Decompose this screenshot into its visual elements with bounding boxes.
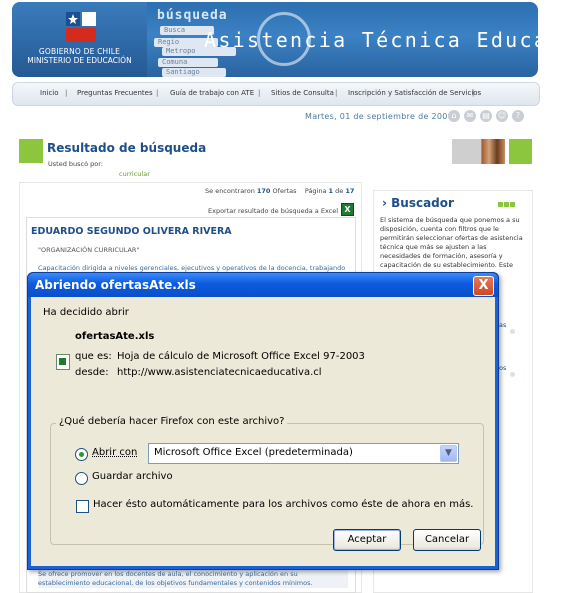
nav-separator: |: [472, 89, 475, 97]
nav-separator: |: [335, 89, 338, 97]
nav-item-faq[interactable]: Preguntas Frecuentes: [77, 89, 153, 97]
nav-item-inicio[interactable]: Inicio: [40, 89, 59, 97]
current-date: Martes, 01 de septiembre de 2009: [305, 112, 454, 121]
auto-action-checkbox[interactable]: [76, 500, 89, 513]
dialog-intro: Ha decidido abrir: [43, 307, 129, 318]
sidebar-title: › Buscador: [382, 196, 454, 210]
gov-line1: GOBIERNO DE CHILE: [38, 47, 121, 56]
page-title: Resultado de búsqueda: [47, 141, 207, 155]
download-dialog: Abriendo ofertasAte.xls X Ha decidido ab…: [27, 272, 499, 570]
action-question: ¿Qué debería hacer Firefox con este arch…: [56, 416, 288, 427]
government-logo-block[interactable]: GOBIERNO DE CHILE MINISTERIO DE EDUCACIÓ…: [12, 2, 147, 77]
nav-item-registration[interactable]: Inscripción y Satisfacción de Servicios: [348, 89, 481, 97]
open-with-radio[interactable]: [75, 448, 88, 461]
result-provider-name[interactable]: EDUARDO SEGUNDO OLIVERA RIVERA: [31, 226, 232, 237]
nav-item-guide[interactable]: Guía de trabajo con ATE: [170, 89, 254, 97]
count-value: 170: [256, 187, 271, 195]
header-graphic-field: Comuna: [158, 58, 218, 67]
open-with-select[interactable]: Microsoft Office Excel (predeterminada) …: [148, 443, 459, 464]
export-excel-link[interactable]: Exportar resultado de búsqueda a Excel: [208, 207, 338, 215]
result-offer-description: Se ofrece promover en los docentes de au…: [38, 570, 348, 588]
gov-line2: MINISTERIO DE EDUCACIÓN: [27, 56, 132, 65]
site-title: Asistencia Técnica Educativa: [204, 28, 538, 52]
print-icon[interactable]: ▤: [480, 110, 492, 122]
save-file-radio[interactable]: [75, 472, 88, 485]
count-suffix: Ofertas: [272, 187, 297, 195]
help-icon[interactable]: ?: [512, 110, 524, 122]
sidebar-title-text: Buscador: [391, 196, 454, 210]
sidebar-description: El sistema de búsqueda que ponemos a su …: [380, 216, 523, 269]
sidebar-link-fragment[interactable]: os: [499, 364, 506, 372]
sidebar-link-fragment[interactable]: as: [499, 321, 506, 329]
open-with-label[interactable]: Abrir con: [92, 447, 137, 458]
file-source-label: desde:: [75, 367, 109, 378]
file-type-value: Hoja de cálculo de Microsoft Office Exce…: [117, 351, 365, 362]
save-file-label[interactable]: Guardar archivo: [92, 471, 173, 482]
main-nav: Inicio | Preguntas Frecuentes | Guía de …: [12, 82, 540, 106]
page-of: de: [335, 187, 344, 195]
home-icon[interactable]: ⌂: [448, 110, 460, 122]
header-banner: GOBIERNO DE CHILE MINISTERIO DE EDUCACIÓ…: [12, 2, 538, 77]
result-offer-title: "ORGANIZACIÓN CURRICULAR": [38, 246, 140, 254]
nav-separator: |: [258, 89, 261, 97]
file-source-value: http://www.asistenciatecnicaeducativa.cl: [117, 367, 322, 378]
nav-item-sites[interactable]: Sitios de Consulta: [271, 89, 334, 97]
results-count: Se encontraron 170 Ofertas Página 1 de 1…: [205, 187, 354, 195]
accessibility-icon[interactable]: ☺: [496, 110, 508, 122]
cancel-button[interactable]: Cancelar: [413, 529, 481, 551]
excel-icon[interactable]: X: [341, 203, 354, 216]
file-name: ofertasAte.xls: [75, 331, 155, 342]
header-photo: [452, 139, 505, 164]
close-icon[interactable]: X: [473, 276, 494, 296]
open-with-value: Microsoft Office Excel (predeterminada): [154, 447, 353, 458]
search-query-value: curricular: [119, 170, 150, 178]
header-search-graphic-title: búsqueda: [157, 8, 228, 23]
mail-icon[interactable]: ✉: [464, 110, 476, 122]
chevron-down-icon[interactable]: ▼: [440, 445, 457, 462]
section-accent-block: [19, 139, 43, 163]
sidebar-bullet: [510, 329, 515, 334]
auto-action-label[interactable]: Hacer ésto automáticamente para los arch…: [93, 499, 473, 510]
search-query-label: Usted buscó por:: [48, 160, 103, 168]
dialog-body: Ha decidido abrir ofertasAte.xls que es:…: [31, 297, 495, 566]
excel-file-icon: [56, 354, 70, 370]
section-accent-block: [509, 139, 532, 164]
dialog-title: Abriendo ofertasAte.xls: [35, 278, 196, 292]
action-groupbox: [50, 423, 484, 545]
chile-star-logo-icon: [66, 12, 96, 42]
nav-separator: |: [65, 89, 68, 97]
file-type-label: que es:: [75, 351, 112, 362]
sidebar-bullet: [510, 372, 515, 377]
count-prefix: Se encontraron: [205, 187, 255, 195]
accept-button[interactable]: Aceptar: [333, 529, 401, 551]
nav-separator: |: [156, 89, 159, 97]
header-graphic-field: Santiago: [162, 68, 226, 77]
dialog-titlebar[interactable]: Abriendo ofertasAte.xls X: [28, 273, 498, 297]
page-current[interactable]: 1: [329, 187, 334, 195]
sidebar-accent-squares: [498, 202, 516, 207]
page-total[interactable]: 17: [345, 187, 354, 195]
page-label: Página: [304, 187, 327, 195]
result-offer-description: Capacitación dirigida a niveles gerencia…: [38, 264, 346, 272]
